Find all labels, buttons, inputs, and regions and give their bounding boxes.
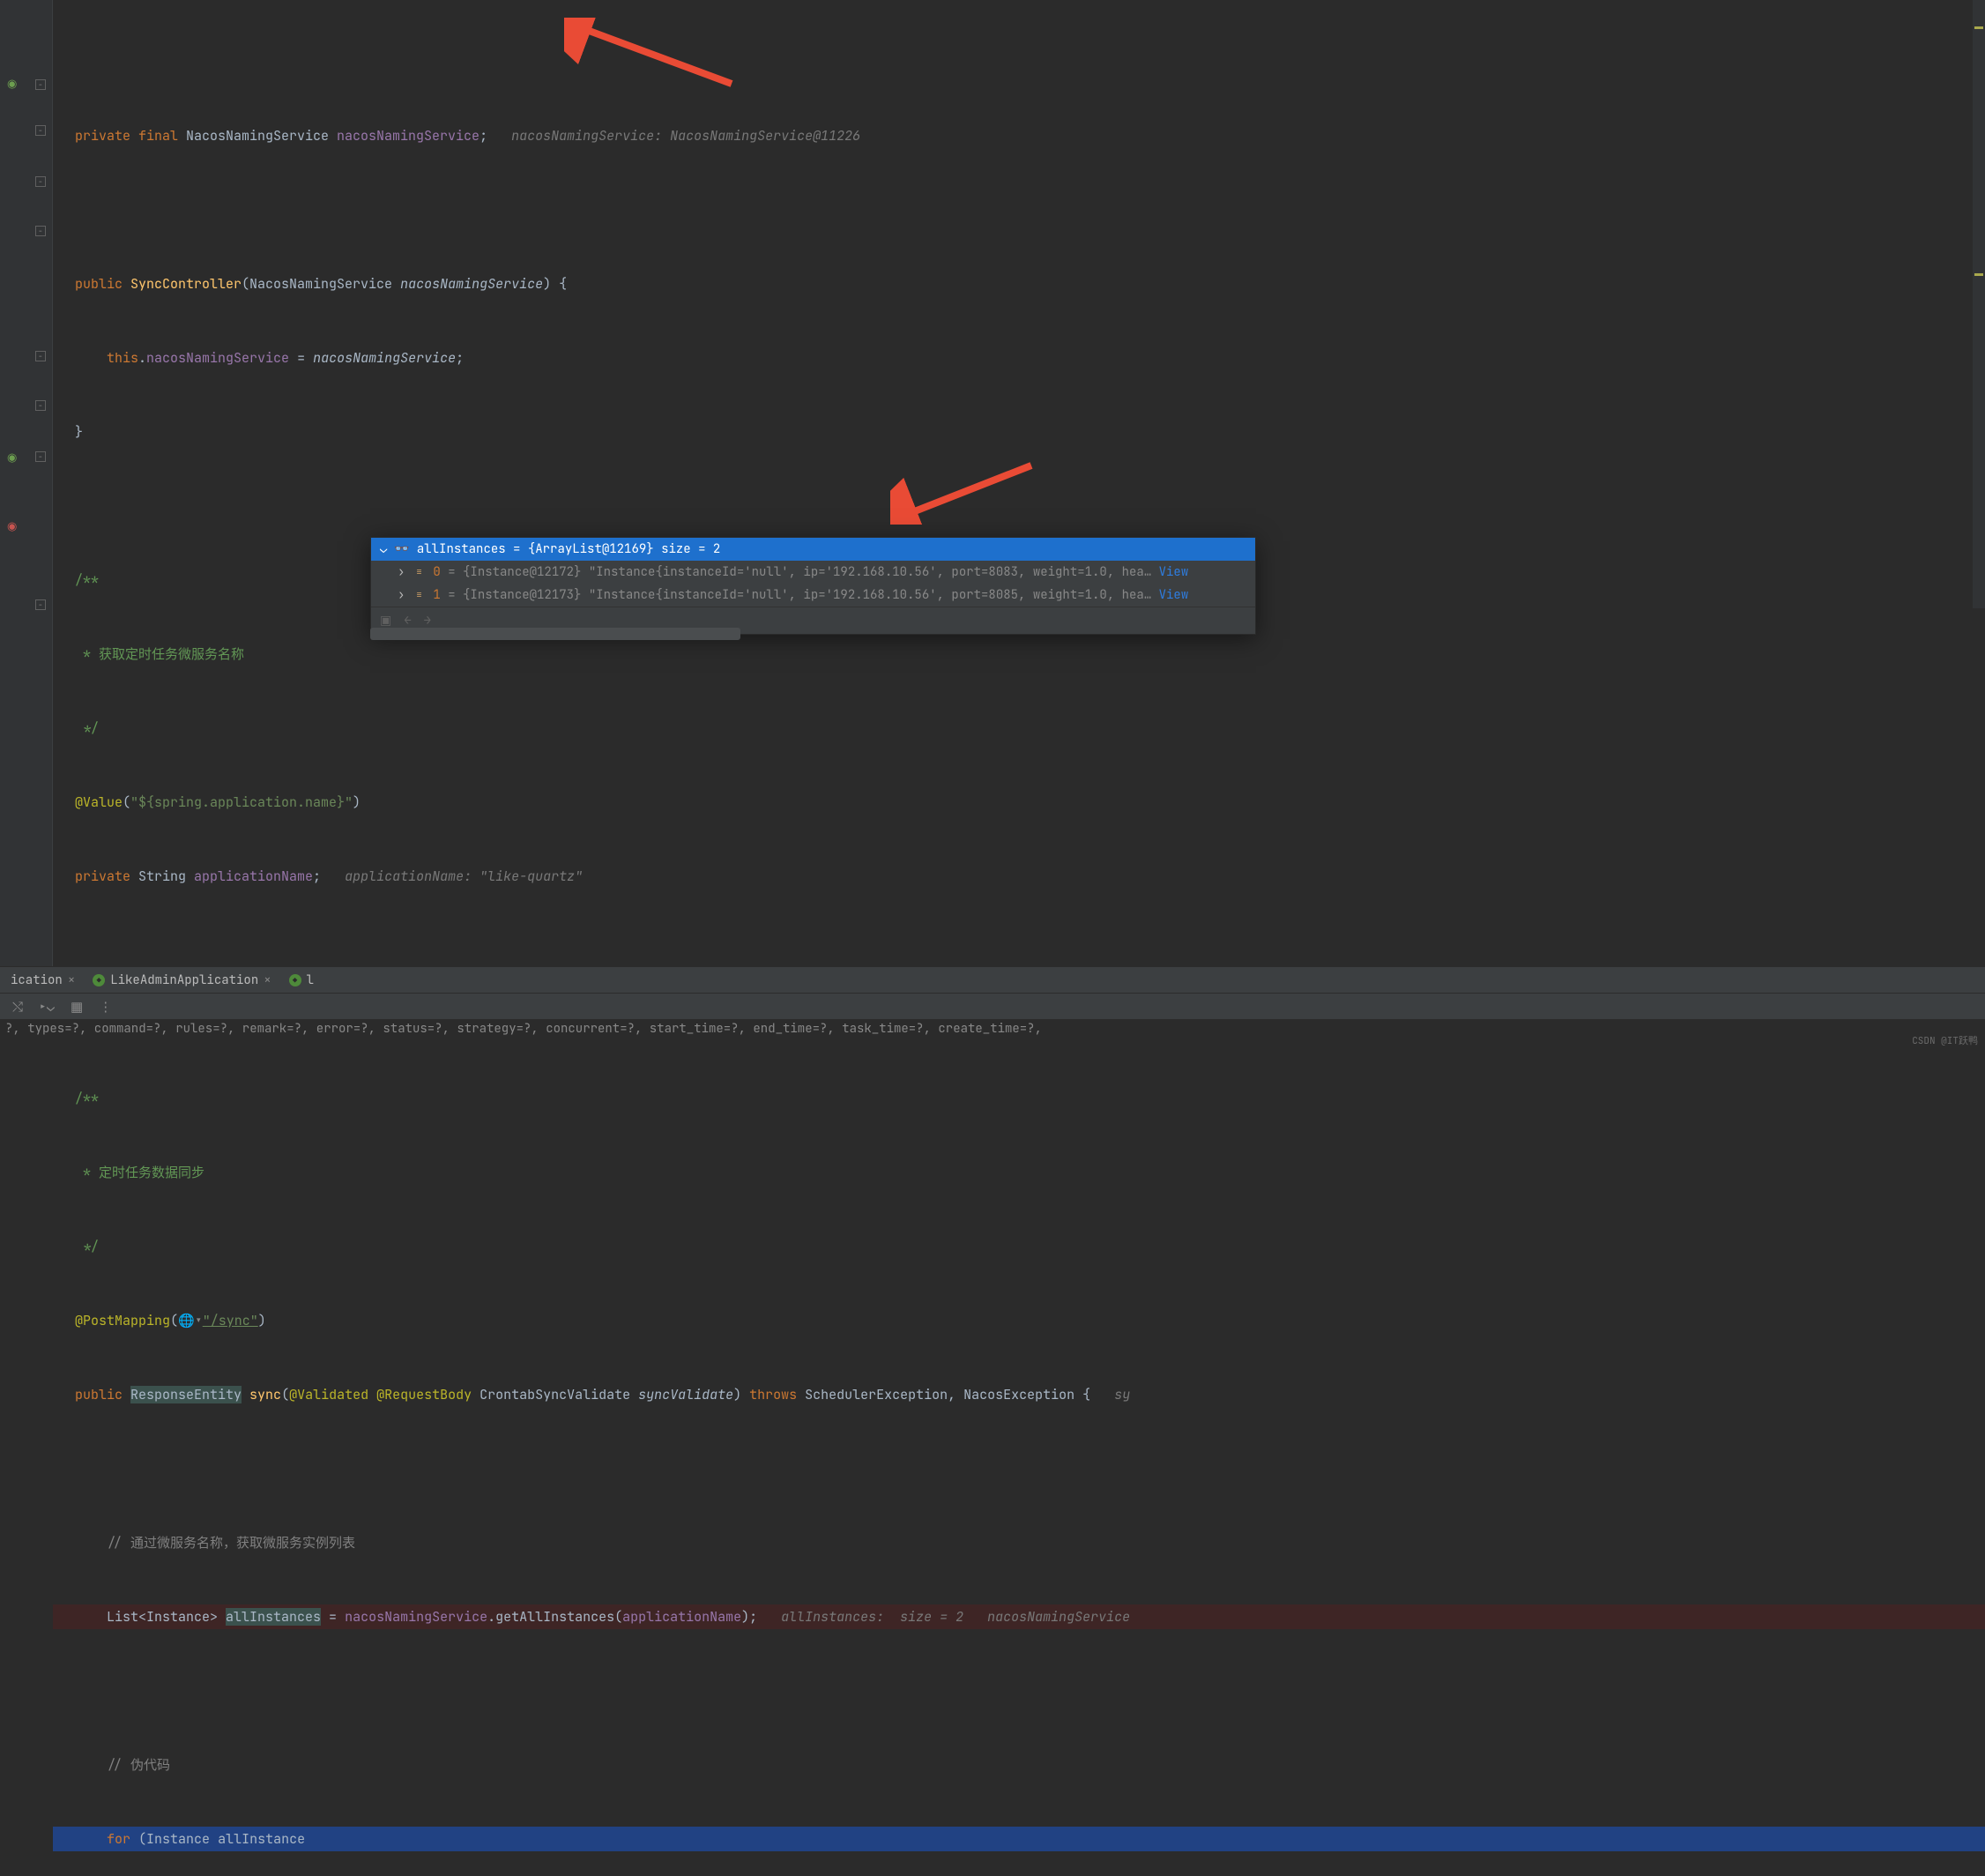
spring-boot-icon: ◆ xyxy=(289,974,301,986)
code-line: public SyncController(NacosNamingService… xyxy=(53,272,1985,296)
run-tabs-bar: ication× ◆LikeAdminApplication× ◆l xyxy=(0,966,1985,993)
debug-variable-row[interactable]: › ≡ 1 = {Instance@12173} "Instance{insta… xyxy=(371,584,1255,607)
run-tab[interactable]: ◆l xyxy=(282,969,321,992)
fold-marker-icon[interactable]: − xyxy=(35,125,46,136)
debug-popup-header[interactable]: ⌄ 👓 allInstances = {ArrayList@12169} siz… xyxy=(371,538,1255,561)
drop-frame-icon[interactable]: ▸⌄ xyxy=(39,998,55,1016)
chevron-right-icon[interactable]: › xyxy=(398,564,405,580)
code-line: this.nacosNamingService = nacosNamingSer… xyxy=(53,346,1985,370)
fold-marker-icon[interactable]: − xyxy=(35,451,46,462)
fold-marker-icon[interactable]: − xyxy=(35,351,46,361)
settings-icon[interactable]: ⋮ xyxy=(99,998,112,1016)
restart-frame-icon[interactable]: ⤭ xyxy=(12,998,23,1016)
horizontal-scrollbar[interactable] xyxy=(370,628,740,640)
code-line: // 通过微服务名称，获取微服务实例列表 xyxy=(53,1530,1985,1555)
code-line: @Value("${spring.application.name}") xyxy=(53,790,1985,815)
run-tab[interactable]: ication× xyxy=(4,969,82,992)
gutter-spring-icon[interactable]: ◉ xyxy=(7,76,21,90)
nav-forward-icon[interactable]: → xyxy=(424,613,431,629)
close-icon[interactable]: × xyxy=(264,972,271,988)
code-line: */ xyxy=(53,1234,1985,1259)
code-line: * 定时任务数据同步 xyxy=(53,1160,1985,1185)
view-link[interactable]: View xyxy=(1151,564,1188,580)
globe-icon[interactable]: 🌐▾ xyxy=(178,1312,203,1329)
fold-marker-icon[interactable]: − xyxy=(35,79,46,90)
breakpoint-line: List<Instance> allInstances = nacosNamin… xyxy=(53,1604,1985,1629)
chevron-right-icon[interactable]: › xyxy=(398,587,405,603)
console-line: ?, types=?, command=?, rules=?, remark=?… xyxy=(5,1021,1980,1037)
set-value-icon[interactable]: ▣ xyxy=(380,613,391,629)
code-line: // 伪代码 xyxy=(53,1753,1985,1777)
view-link[interactable]: View xyxy=(1151,587,1188,603)
fold-marker-icon[interactable]: − xyxy=(35,599,46,610)
console-output[interactable]: ?, types=?, command=?, rules=?, remark=?… xyxy=(0,1019,1985,1053)
nav-back-icon[interactable]: ← xyxy=(404,613,411,629)
fold-marker-icon[interactable]: − xyxy=(35,400,46,411)
code-editor[interactable]: private final NacosNamingService nacosNa… xyxy=(53,0,1985,1876)
object-icon: ≡ xyxy=(412,565,426,579)
debug-variable-row[interactable]: › ≡ 0 = {Instance@12172} "Instance{insta… xyxy=(371,561,1255,584)
code-line: * 获取定时任务微服务名称 xyxy=(53,642,1985,666)
error-stripe[interactable] xyxy=(1973,0,1985,608)
debug-toolbar: ⤭ ▸⌄ ▦ ⋮ xyxy=(0,993,1985,1019)
spring-boot-icon: ◆ xyxy=(93,974,105,986)
code-line: /** xyxy=(53,1086,1985,1111)
fold-marker-icon[interactable]: − xyxy=(35,226,46,236)
code-line: private final NacosNamingService nacosNa… xyxy=(53,123,1985,148)
code-line: public ResponseEntity sync(@Validated @R… xyxy=(53,1382,1985,1407)
fold-column: − − − − − − − − xyxy=(26,0,53,1053)
object-icon: ≡ xyxy=(412,588,426,602)
editor-gutter: ◉ ◉ ◉ − − − − − − − − xyxy=(0,0,53,1053)
code-line: @PostMapping(🌐▾"/sync") xyxy=(53,1308,1985,1333)
run-tab[interactable]: ◆LikeAdminApplication× xyxy=(85,969,278,992)
gutter-spring-icon[interactable]: ◉ xyxy=(7,450,21,464)
fold-marker-icon[interactable]: − xyxy=(35,176,46,187)
code-line: } xyxy=(53,420,1985,444)
debug-variable-popup[interactable]: ⌄ 👓 allInstances = {ArrayList@12169} siz… xyxy=(370,537,1256,635)
code-line: */ xyxy=(53,716,1985,741)
calculator-icon[interactable]: ▦ xyxy=(71,998,83,1016)
chevron-down-icon[interactable]: ⌄ xyxy=(380,541,387,557)
close-icon[interactable]: × xyxy=(68,972,75,988)
glasses-icon: 👓 xyxy=(394,541,409,557)
watermark-text: CSDN @IT跃鸭 xyxy=(1912,1033,1978,1047)
gutter-breakpoint-indicator[interactable]: ◉ xyxy=(7,518,21,532)
code-line: private String applicationName; applicat… xyxy=(53,864,1985,889)
execution-line: for (Instance allInstance xyxy=(53,1827,1985,1851)
